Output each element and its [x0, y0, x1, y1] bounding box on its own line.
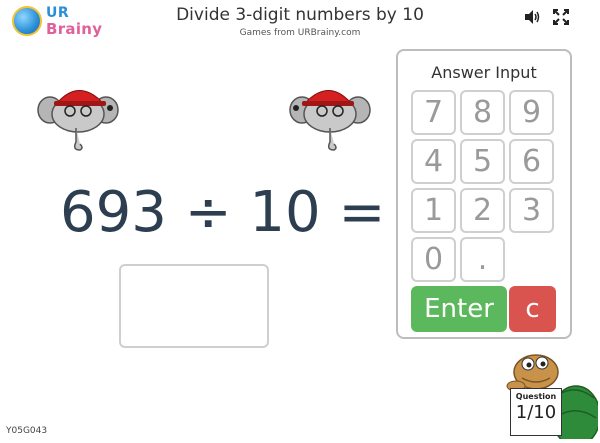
- answer-keypad: Answer Input 7 8 9 4 5 6 1 2 3 0 . Enter…: [396, 49, 572, 339]
- page-subtitle: Games from URBrainy.com: [239, 28, 361, 38]
- key-decimal[interactable]: .: [460, 237, 505, 282]
- mouse-character-icon: [286, 80, 372, 156]
- speaker-icon[interactable]: [523, 8, 541, 26]
- question-counter: Question 1/10: [510, 388, 562, 436]
- question-text: 693 ÷ 10 =: [60, 180, 386, 245]
- key-9[interactable]: 9: [509, 90, 554, 135]
- page-title: Divide 3-digit numbers by 10: [176, 5, 424, 25]
- answer-input[interactable]: [119, 264, 269, 348]
- keypad-title: Answer Input: [431, 63, 537, 82]
- key-0[interactable]: 0: [411, 237, 456, 282]
- key-7[interactable]: 7: [411, 90, 456, 135]
- mouse-character-icon: [36, 80, 122, 156]
- key-8[interactable]: 8: [460, 90, 505, 135]
- key-6[interactable]: 6: [509, 139, 554, 184]
- key-5[interactable]: 5: [460, 139, 505, 184]
- enter-button[interactable]: Enter: [411, 286, 507, 332]
- key-1[interactable]: 1: [411, 188, 456, 233]
- key-4[interactable]: 4: [411, 139, 456, 184]
- clear-button[interactable]: c: [509, 286, 556, 332]
- counter-label: Question: [515, 392, 557, 401]
- key-3[interactable]: 3: [509, 188, 554, 233]
- counter-value: 1/10: [515, 402, 557, 423]
- key-2[interactable]: 2: [460, 188, 505, 233]
- fullscreen-icon[interactable]: [552, 8, 570, 26]
- game-code: Y05G043: [6, 426, 48, 436]
